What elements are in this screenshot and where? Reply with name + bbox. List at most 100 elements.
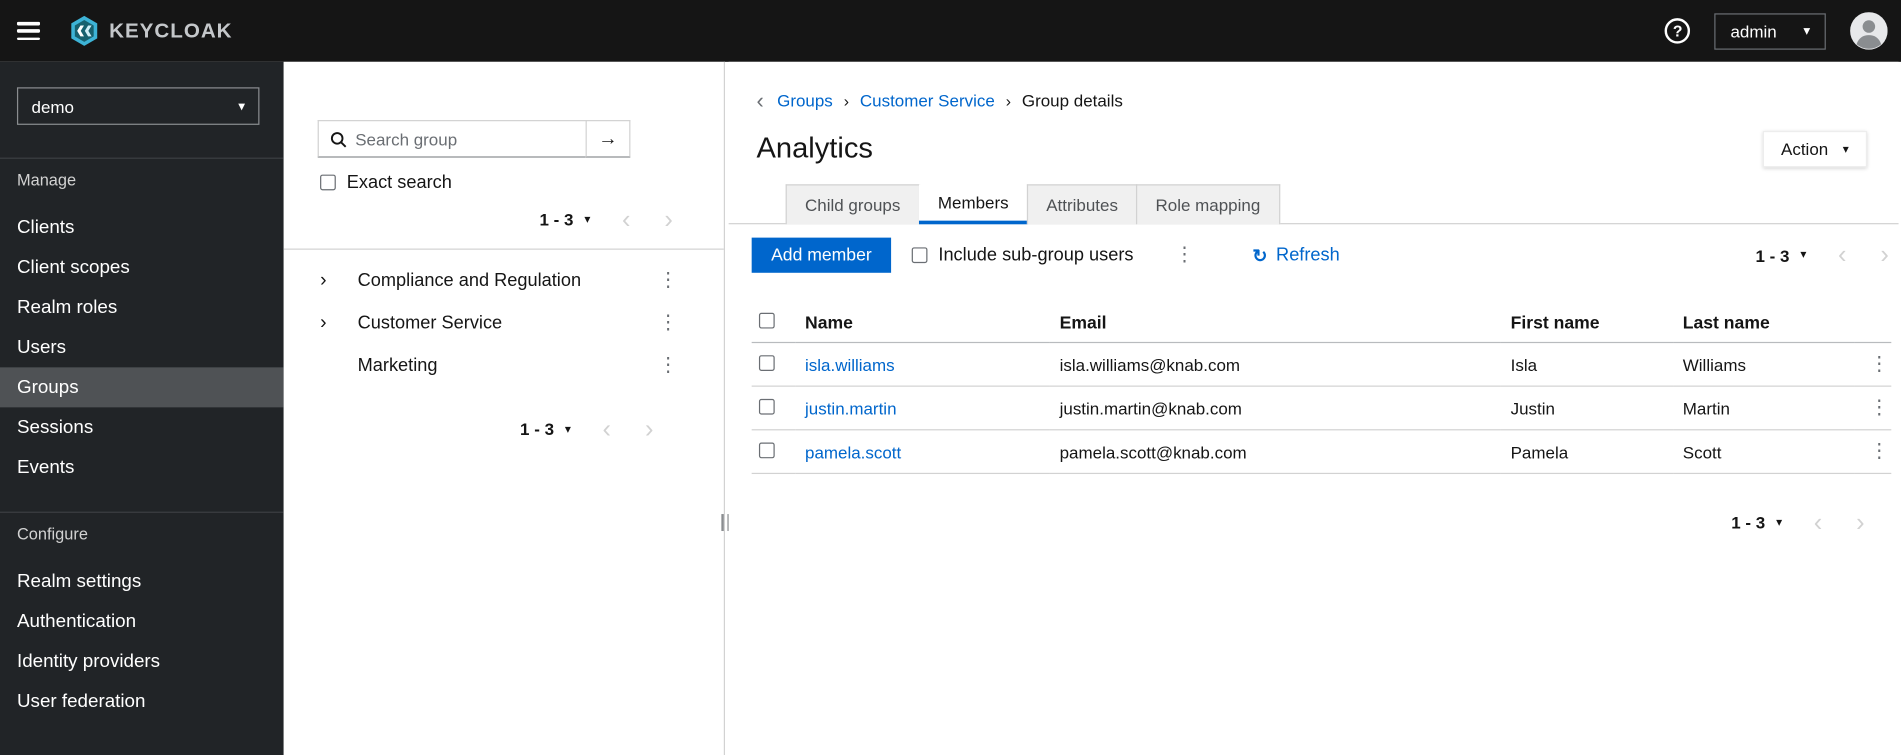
masthead-actions: ? admin ▾ (1664, 12, 1888, 50)
member-last-name: Martin (1673, 386, 1855, 431)
sidebar-divider (0, 157, 284, 159)
tab-attributes[interactable]: Attributes (1026, 184, 1138, 225)
pagination-next-button[interactable]: › (664, 207, 672, 232)
groups-pagination-bottom: 1 - 3 ▾ ‹ › (284, 415, 724, 444)
member-name-link[interactable]: pamela.scott (805, 442, 901, 461)
sidebar-item-users[interactable]: Users (0, 327, 284, 367)
nav-toggle-button[interactable] (16, 21, 41, 41)
action-dropdown-button[interactable]: Action ▾ (1762, 130, 1868, 168)
sidebar-item-events[interactable]: Events (0, 447, 284, 487)
sidebar-item-authentication[interactable]: Authentication (0, 601, 284, 641)
include-subgroups-option[interactable]: Include sub-group users (911, 245, 1134, 266)
member-first-name: Justin (1500, 386, 1674, 431)
sidebar-item-clients[interactable]: Clients (0, 207, 284, 247)
sidebar-item-groups[interactable]: Groups (0, 367, 284, 408)
manage-section: Manage Clients Client scopes Realm roles… (0, 171, 284, 487)
sidebar-item-user-federation[interactable]: User federation (0, 681, 284, 721)
group-name-link[interactable]: Customer Service (358, 313, 654, 334)
breadcrumb-separator-icon: › (843, 91, 849, 110)
pagination-range-toggle[interactable]: 1 - 3 ▾ (1731, 513, 1782, 532)
sidebar: demo ▾ Manage Clients Client scopes Real… (0, 61, 284, 755)
group-kebab-button[interactable]: ⋮ (653, 353, 682, 377)
pagination-prev-button[interactable]: ‹ (603, 416, 611, 441)
back-icon[interactable]: ‹ (757, 90, 764, 112)
group-tree-item: Marketing ⋮ (284, 344, 724, 386)
row-kebab-button[interactable]: ⋮ (1865, 396, 1894, 420)
member-name-link[interactable]: isla.williams (805, 355, 895, 374)
sidebar-item-sessions[interactable]: Sessions (0, 407, 284, 447)
breadcrumb-separator-icon: › (1005, 91, 1011, 110)
realm-selector[interactable]: demo ▾ (16, 87, 260, 125)
pagination-prev-button[interactable]: ‹ (1814, 510, 1822, 535)
search-submit-button[interactable]: → (585, 120, 631, 158)
pagination-next-button[interactable]: › (1856, 510, 1864, 535)
tab-child-groups[interactable]: Child groups (785, 184, 920, 225)
pagination-next-button[interactable]: › (1880, 242, 1888, 267)
help-icon[interactable]: ? (1664, 18, 1691, 44)
pagination-prev-button[interactable]: ‹ (622, 207, 630, 232)
group-tree-item: › Compliance and Regulation ⋮ (284, 259, 724, 301)
row-kebab-button[interactable]: ⋮ (1865, 439, 1894, 463)
sidebar-item-client-scopes[interactable]: Client scopes (0, 247, 284, 287)
add-member-button[interactable]: Add member (751, 237, 892, 273)
caret-down-icon: ▾ (584, 212, 591, 227)
refresh-button[interactable]: ↻ Refresh (1252, 244, 1339, 266)
row-checkbox[interactable] (758, 441, 775, 458)
brand[interactable]: KEYCLOAK (68, 15, 233, 48)
chevron-left-icon: ‹ (621, 205, 631, 234)
kebab-icon: ⋮ (1869, 397, 1889, 418)
exact-search-checkbox[interactable] (320, 174, 336, 191)
select-all-checkbox[interactable] (758, 312, 775, 329)
group-name-link[interactable]: Marketing (358, 355, 654, 376)
breadcrumb-current: Group details (1021, 90, 1123, 111)
pagination-next-button[interactable]: › (645, 416, 653, 441)
refresh-icon: ↻ (1252, 245, 1268, 267)
page-title: Analytics (756, 132, 873, 165)
tab-role-mapping[interactable]: Role mapping (1136, 184, 1280, 225)
pagination-range: 1 - 3 (1731, 512, 1766, 533)
hamburger-icon (16, 21, 41, 25)
sidebar-item-realm-roles[interactable]: Realm roles (0, 287, 284, 327)
expand-toggle-icon[interactable]: › (320, 312, 358, 334)
group-name-link[interactable]: Compliance and Regulation (358, 270, 654, 291)
table-row: pamela.scott pamela.scott@knab.com Pamel… (751, 429, 1894, 475)
pagination-range-toggle[interactable]: 1 - 3 ▾ (539, 210, 590, 229)
group-kebab-button[interactable]: ⋮ (653, 269, 682, 293)
chevron-right-icon: › (1856, 508, 1865, 537)
group-kebab-button[interactable]: ⋮ (653, 311, 682, 335)
tab-members[interactable]: Members (918, 184, 1029, 225)
chevron-right-icon: › (1880, 241, 1889, 270)
row-checkbox[interactable] (758, 398, 775, 415)
avatar[interactable] (1850, 12, 1888, 50)
group-search-input[interactable] (355, 129, 575, 149)
chevron-right-icon: › (664, 205, 673, 234)
title-row: Analytics Action ▾ (756, 130, 1868, 168)
chevron-left-icon: ‹ (602, 415, 612, 444)
pagination-range-toggle[interactable]: 1 - 3 ▾ (1755, 246, 1806, 265)
pagination-prev-button[interactable]: ‹ (1838, 242, 1846, 267)
user-menu-button[interactable]: admin ▾ (1714, 12, 1826, 50)
member-first-name: Pamela (1500, 429, 1674, 475)
toolbar-kebab-button[interactable]: ⋮ (1170, 243, 1199, 267)
pagination-range-toggle[interactable]: 1 - 3 ▾ (520, 419, 571, 438)
pagination-range: 1 - 3 (539, 209, 574, 230)
refresh-label: Refresh (1276, 244, 1340, 266)
column-header-last-name: Last name (1673, 304, 1855, 344)
row-kebab-button[interactable]: ⋮ (1865, 352, 1894, 376)
exact-search-option[interactable]: Exact search (320, 172, 724, 193)
group-search-input-wrap (317, 120, 586, 158)
expand-toggle-icon[interactable]: › (320, 270, 358, 292)
sidebar-item-realm-settings[interactable]: Realm settings (0, 561, 284, 601)
sidebar-item-identity-providers[interactable]: Identity providers (0, 641, 284, 681)
member-name-link[interactable]: justin.martin (805, 398, 896, 417)
row-checkbox[interactable] (758, 354, 775, 371)
pagination-range: 1 - 3 (1755, 245, 1790, 265)
arrow-right-icon: → (598, 127, 618, 149)
chevron-left-icon: ‹ (1813, 508, 1823, 537)
realm-name: demo (31, 96, 74, 116)
include-subgroups-checkbox[interactable] (911, 247, 928, 264)
members-toolbar: Add member Include sub-group users ⋮ ↻ R… (751, 237, 1899, 273)
breadcrumb-groups-link[interactable]: Groups (777, 91, 833, 110)
breadcrumb-customer-service-link[interactable]: Customer Service (860, 91, 995, 110)
table-row: isla.williams isla.williams@knab.com Isl… (751, 342, 1894, 387)
